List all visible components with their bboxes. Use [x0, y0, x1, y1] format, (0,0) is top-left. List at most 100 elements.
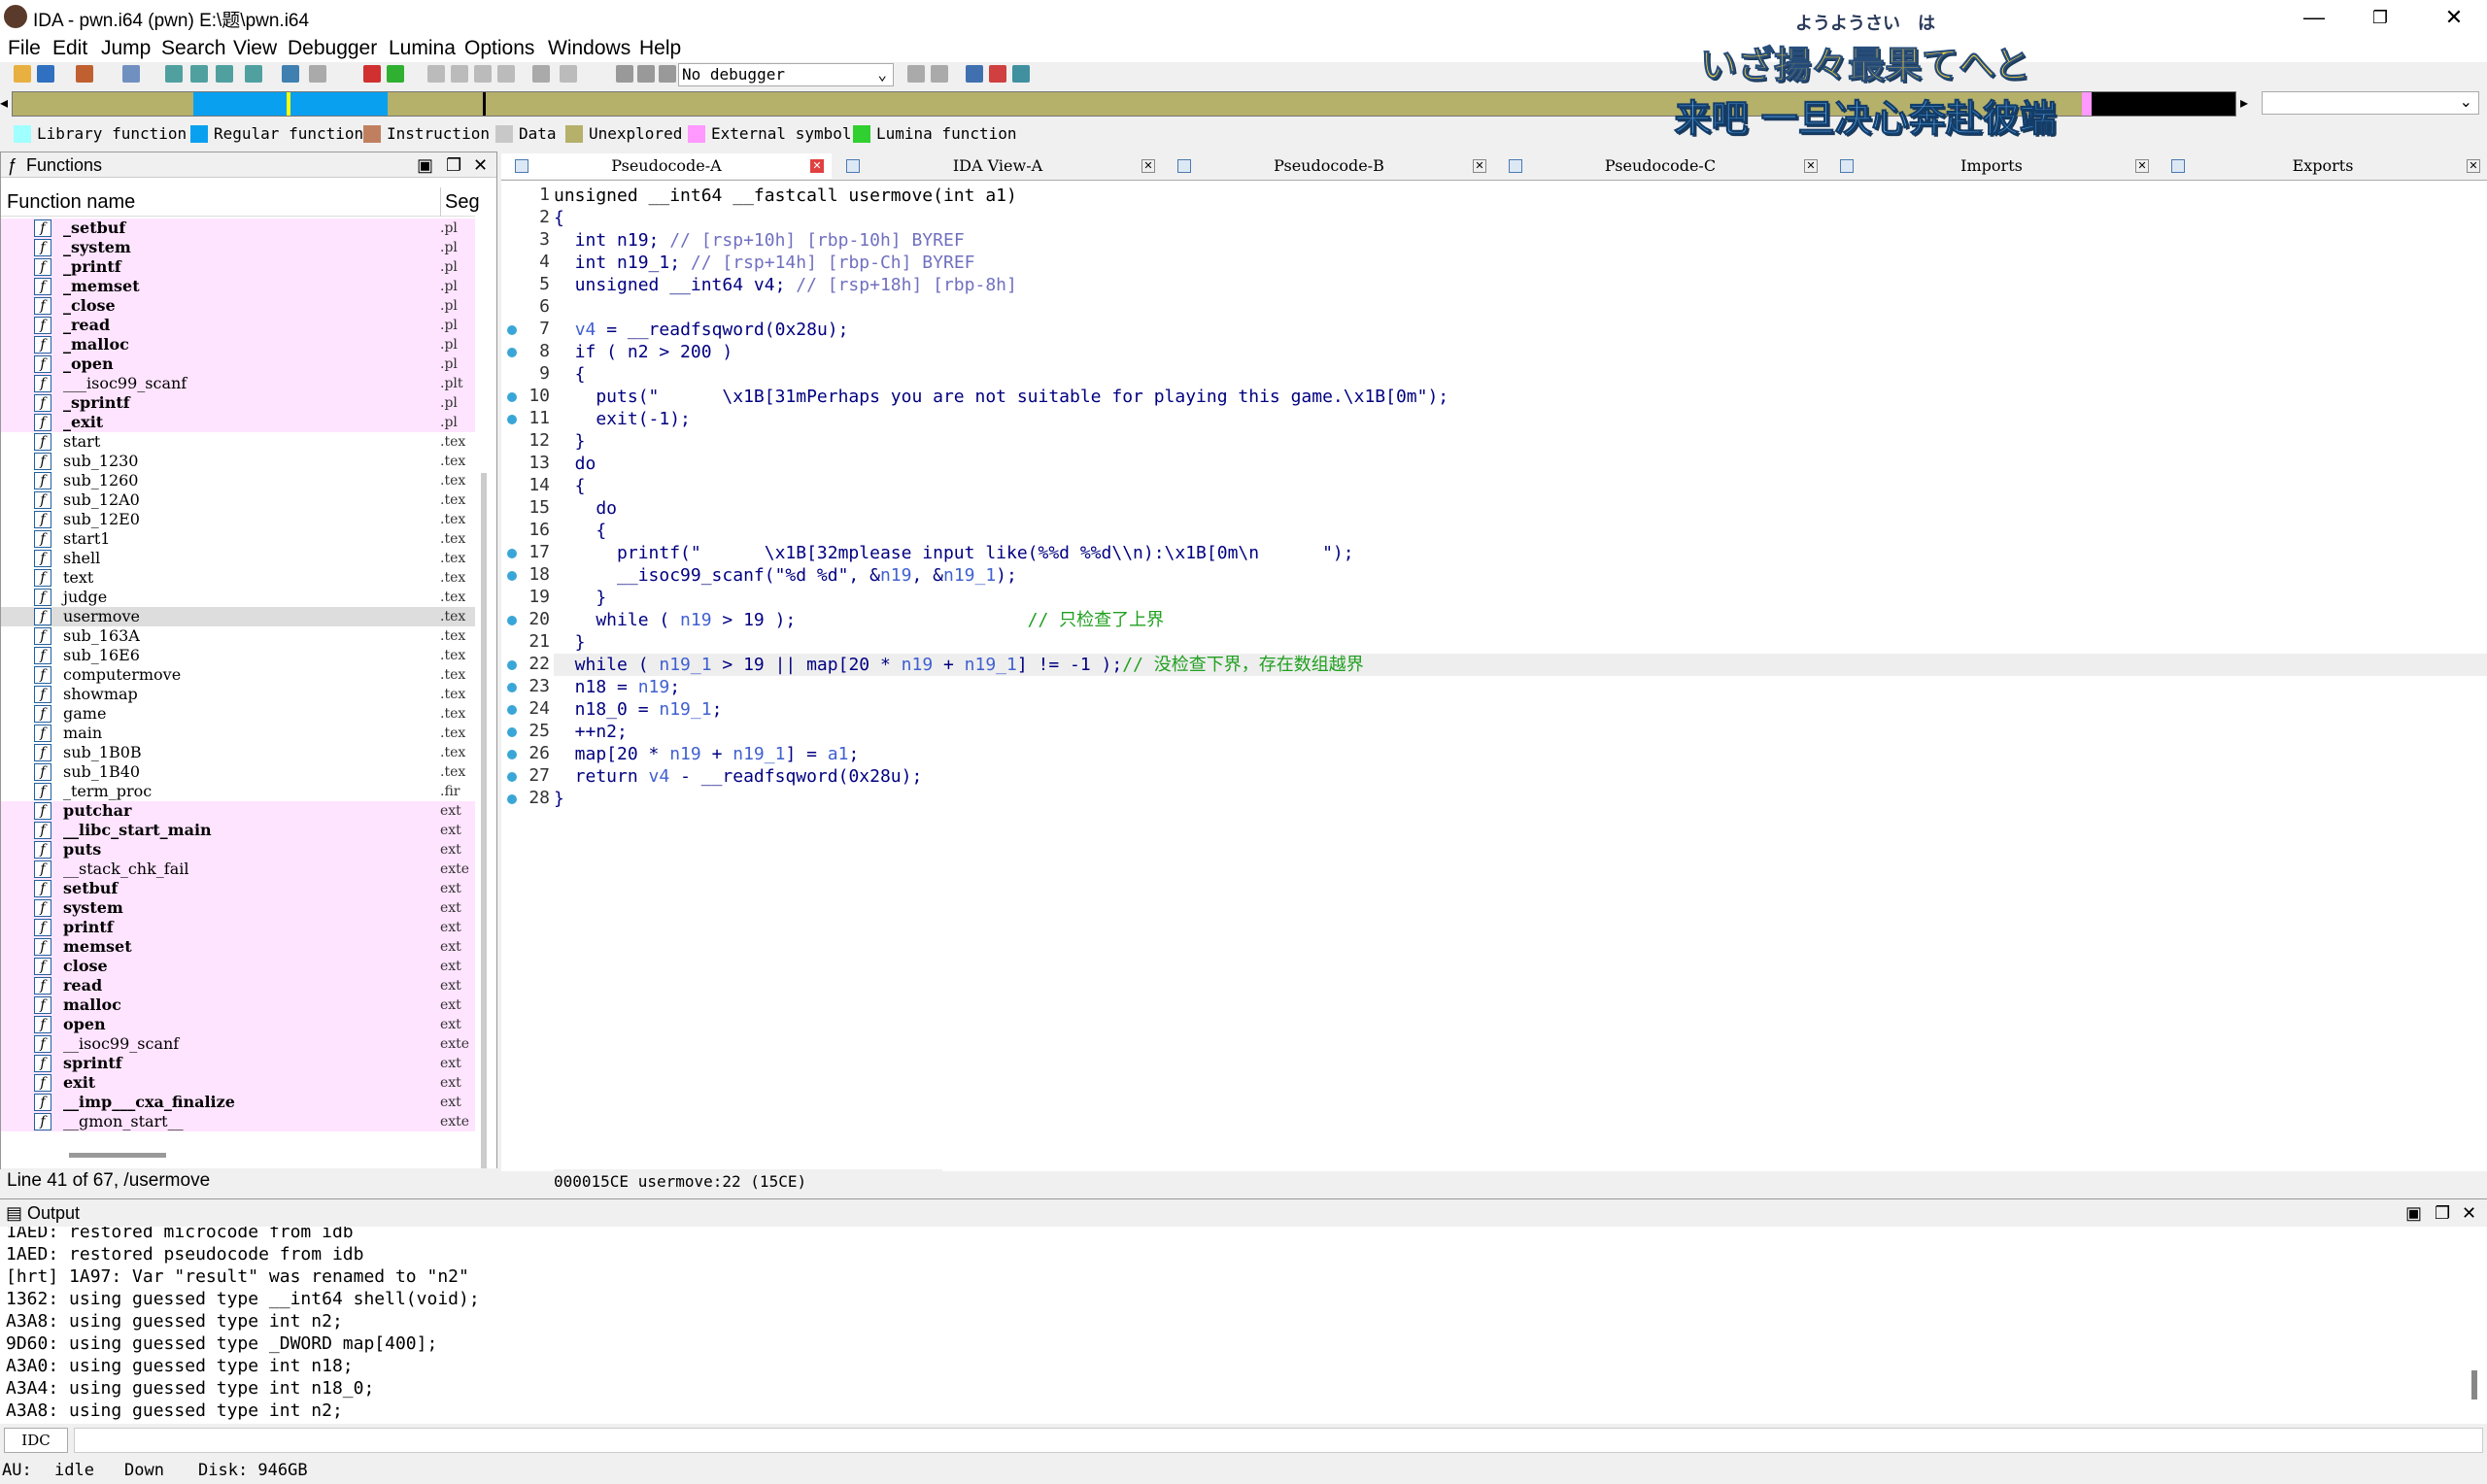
tab-close-icon[interactable]: ✕: [1473, 159, 1486, 173]
function-row[interactable]: f malloc ext: [1, 995, 475, 1015]
function-row[interactable]: f _close .pl: [1, 296, 475, 316]
code-line[interactable]: v4 = __readfsqword(0x28u);: [554, 319, 849, 341]
search-text-icon[interactable]: [190, 65, 208, 83]
code-line[interactable]: while ( n19_1 > 19 || map[20 * n19 + n19…: [554, 654, 2487, 676]
menu-options[interactable]: Options: [464, 35, 534, 62]
code-line[interactable]: {: [554, 363, 586, 386]
search-next-icon[interactable]: [245, 65, 262, 83]
function-row[interactable]: f read ext: [1, 976, 475, 995]
function-row[interactable]: f _printf .pl: [1, 257, 475, 277]
breakpoint-dot-icon[interactable]: [507, 348, 517, 357]
function-row[interactable]: f sub_12A0 .tex: [1, 490, 475, 510]
code-line[interactable]: }: [554, 631, 586, 654]
function-row[interactable]: f exit ext: [1, 1073, 475, 1093]
code-icon[interactable]: [427, 65, 445, 83]
panel-restore-icon[interactable]: ❐: [446, 152, 461, 178]
code-line[interactable]: n18_0 = n19_1;: [554, 698, 723, 721]
code-line[interactable]: }: [554, 587, 606, 609]
function-row[interactable]: f sub_1260 .tex: [1, 471, 475, 490]
function-row[interactable]: f _exit .pl: [1, 413, 475, 432]
menu-view[interactable]: View: [233, 35, 277, 62]
function-row[interactable]: f printf ext: [1, 918, 475, 937]
output-scrollbar[interactable]: [2471, 1370, 2477, 1400]
stop-icon[interactable]: [659, 65, 676, 83]
array-icon[interactable]: [497, 65, 515, 83]
pseudocode-view[interactable]: 1 2 3 4 5 6 7 8 9 10 11 12 13 14 15 16 17 18 19 20 21 22 23 24 2…: [501, 181, 2487, 1171]
function-row[interactable]: f __imp___cxa_finalize ext: [1, 1093, 475, 1112]
search-binary-icon[interactable]: [216, 65, 233, 83]
tab-close-icon[interactable]: ✕: [2467, 159, 2480, 173]
column-function-name[interactable]: Function name: [7, 187, 135, 217]
code-line[interactable]: int n19_1; // [rsp+14h] [rbp-Ch] BYREF: [554, 252, 975, 274]
function-row[interactable]: f system ext: [1, 898, 475, 918]
breakpoint-dot-icon[interactable]: [507, 683, 517, 692]
function-row[interactable]: f ___isoc99_scanf .plt: [1, 374, 475, 393]
function-row[interactable]: f sub_1B40 .tex: [1, 762, 475, 782]
function-row[interactable]: f main .tex: [1, 724, 475, 743]
code-line[interactable]: unsigned __int64 v4; // [rsp+18h] [rbp-8…: [554, 274, 1017, 296]
tab-close-icon[interactable]: ✕: [1804, 159, 1818, 173]
function-row[interactable]: f __gmon_start__ exte: [1, 1112, 475, 1131]
close-button[interactable]: ✕: [2425, 0, 2483, 35]
nav-left-arrow-icon[interactable]: ◂: [0, 93, 8, 113]
breakpoint-dot-icon[interactable]: [507, 415, 517, 424]
menu-lumina[interactable]: Lumina: [389, 35, 456, 62]
graph-icon[interactable]: [966, 65, 983, 83]
code-line[interactable]: int n19; // [rsp+10h] [rbp-10h] BYREF: [554, 229, 965, 252]
code-line[interactable]: exit(-1);: [554, 408, 691, 430]
breakpoint-dot-icon[interactable]: [507, 727, 517, 737]
data-icon[interactable]: [451, 65, 468, 83]
code-line[interactable]: {: [554, 520, 606, 542]
output-log[interactable]: 1AED: restored microcode from idb 1AED: r…: [0, 1227, 2468, 1421]
function-row[interactable]: f _setbuf .pl: [1, 219, 475, 238]
function-row[interactable]: f sub_16E6 .tex: [1, 646, 475, 665]
code-line[interactable]: ++n2;: [554, 721, 628, 743]
code-line[interactable]: while ( n19 > 19 ); // 只检查了上界: [554, 609, 1164, 631]
tab-pseudocode-c[interactable]: Pseudocode-C ✕: [1495, 153, 1825, 179]
panel-close-icon[interactable]: ✕: [473, 152, 488, 178]
menu-help[interactable]: Help: [639, 35, 681, 62]
panel-close-icon[interactable]: ✕: [2462, 1199, 2476, 1227]
breakpoint-icon[interactable]: [363, 65, 381, 83]
function-row[interactable]: f sub_1B0B .tex: [1, 743, 475, 762]
function-row[interactable]: f start .tex: [1, 432, 475, 452]
convert-icon[interactable]: [560, 65, 577, 83]
menu-edit[interactable]: Edit: [52, 35, 87, 62]
function-row[interactable]: f _system .pl: [1, 238, 475, 257]
tab-imports[interactable]: Imports ✕: [1826, 153, 2157, 179]
tab-ida-view-a[interactable]: IDA View-A ✕: [833, 153, 1163, 179]
function-row[interactable]: f close ext: [1, 957, 475, 976]
panel-restore-icon[interactable]: ❐: [2435, 1199, 2450, 1227]
nav-combo[interactable]: ⌄: [2262, 91, 2479, 115]
list-icon[interactable]: [1012, 65, 1030, 83]
tab-exports[interactable]: Exports ✕: [2158, 153, 2487, 179]
code-line[interactable]: map[20 * n19 + n19_1] = a1;: [554, 743, 860, 765]
function-row[interactable]: f _sprintf .pl: [1, 393, 475, 413]
code-line[interactable]: do: [554, 497, 617, 520]
save-icon[interactable]: [37, 65, 54, 83]
function-row[interactable]: f start1 .tex: [1, 529, 475, 549]
menu-debugger[interactable]: Debugger: [288, 35, 377, 62]
panel-float-icon[interactable]: ▣: [417, 152, 433, 178]
code-line[interactable]: n18 = n19;: [554, 676, 680, 698]
breakpoint-dot-icon[interactable]: [507, 750, 517, 759]
breakpoint-dot-icon[interactable]: [507, 660, 517, 670]
code-line[interactable]: {: [554, 207, 564, 229]
function-row[interactable]: f game .tex: [1, 704, 475, 724]
breakpoint-dot-icon[interactable]: [507, 392, 517, 402]
function-row[interactable]: f __isoc99_scanf exte: [1, 1034, 475, 1054]
function-row[interactable]: f open ext: [1, 1015, 475, 1034]
menu-file[interactable]: File: [8, 35, 41, 62]
undefine-icon[interactable]: [532, 65, 550, 83]
function-row[interactable]: f judge .tex: [1, 588, 475, 607]
function-row[interactable]: f sub_12E0 .tex: [1, 510, 475, 529]
breakpoint-dot-icon[interactable]: [507, 705, 517, 715]
code-line[interactable]: }: [554, 430, 586, 453]
code-line[interactable]: puts(" \x1B[31mPerhaps you are not suita…: [554, 386, 1448, 408]
breakpoint-dot-icon[interactable]: [507, 549, 517, 558]
tab-close-icon[interactable]: ✕: [2135, 159, 2149, 173]
idc-language-button[interactable]: IDC: [4, 1428, 68, 1453]
function-row[interactable]: f __libc_start_main ext: [1, 821, 475, 840]
functions-scrollbar[interactable]: [481, 473, 487, 1172]
forward-icon[interactable]: [122, 65, 140, 83]
